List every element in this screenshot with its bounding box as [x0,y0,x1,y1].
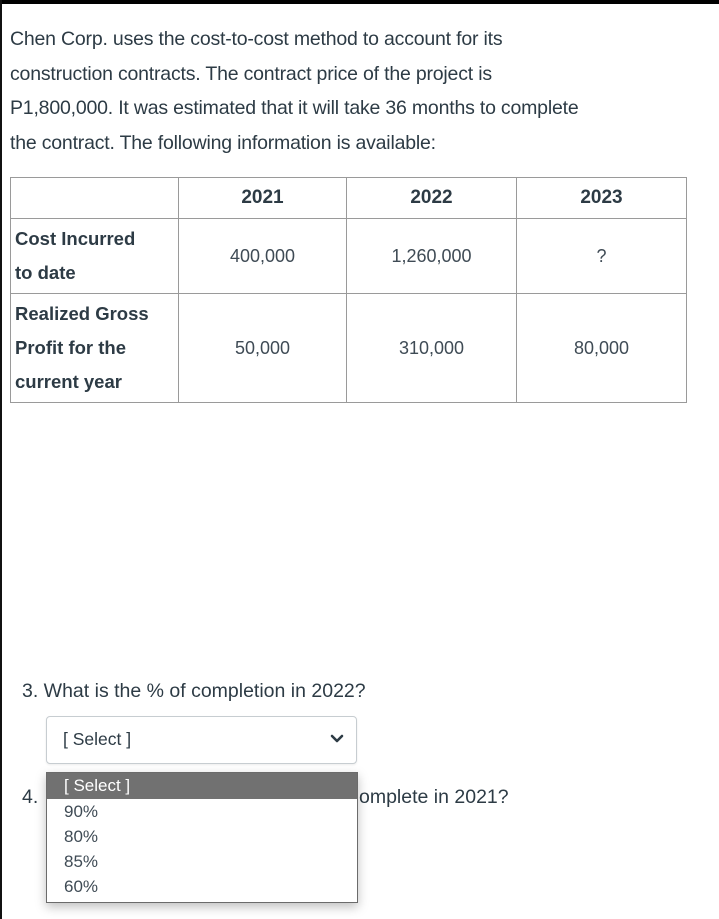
header-cell-2023: 2023 [516,177,687,219]
question-intro: Chen Corp. uses the cost-to-cost method … [10,22,710,160]
cell-profit-2021: 50,000 [178,293,347,403]
cell-cost-2023: ? [516,218,687,294]
table-row-realized-gross-profit: Realized Gross Profit for the current ye… [10,293,687,403]
row-label-line: Profit for the [15,337,126,358]
cell-cost-2021: 400,000 [178,218,347,294]
intro-line: P1,800,000. It was estimated that it wil… [10,97,579,119]
question-4-text-visible: omplete in 2021? [359,786,509,808]
header-cell-empty [10,177,179,219]
row-label-line: current year [15,371,122,392]
row-label-line: Realized Gross [15,303,149,324]
question-3-text: 3. What is the % of completion in 2022? [22,680,366,702]
header-cell-2022: 2022 [346,177,517,219]
intro-line: Chen Corp. uses the cost-to-cost method … [10,28,503,50]
row-label-line: to date [15,262,76,283]
dropdown-option-80[interactable]: 80% [47,824,357,849]
question-4-number: 4. [22,786,39,808]
row-label-realized-gross-profit: Realized Gross Profit for the current ye… [10,293,179,403]
cell-profit-2022: 310,000 [346,293,517,403]
header-cell-2021: 2021 [178,177,347,219]
dropdown-option-select[interactable]: [ Select ] [47,773,357,799]
cell-profit-2023: 80,000 [516,293,687,403]
contract-info-table: 2021 2022 2023 Cost Incurred to date 400… [10,177,687,403]
dropdown-option-90[interactable]: 90% [47,799,357,824]
chevron-down-icon [330,734,344,743]
select-value: [ Select ] [63,729,132,749]
table-row-cost-incurred: Cost Incurred to date 400,000 1,260,000 … [10,218,687,294]
row-label-line: Cost Incurred [15,228,136,249]
question-3-dropdown-list[interactable]: [ Select ] 90% 80% 85% 60% [46,772,358,903]
cell-cost-2022: 1,260,000 [346,218,517,294]
intro-line: construction contracts. The contract pri… [10,62,492,85]
dropdown-option-60[interactable]: 60% [47,874,357,899]
intro-line: the contract. The following information … [10,131,436,154]
row-label-cost-incurred: Cost Incurred to date [10,218,179,294]
left-border [0,0,2,919]
top-border [0,0,719,4]
table-header-row: 2021 2022 2023 [10,177,687,219]
dropdown-option-85[interactable]: 85% [47,849,357,874]
question-3-select[interactable]: [ Select ] [46,716,357,764]
